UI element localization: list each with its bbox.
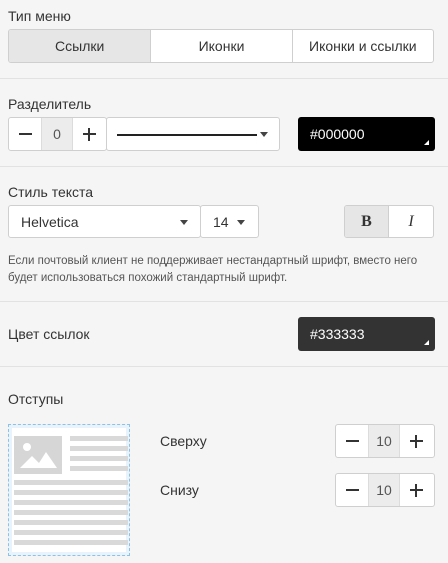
italic-toggle-button[interactable]: I bbox=[389, 206, 433, 237]
separator-color-picker[interactable]: #000000 bbox=[298, 117, 435, 151]
resize-corner-icon bbox=[424, 140, 429, 145]
padding-top-stepper: 10 bbox=[335, 424, 435, 458]
separator-increment-button[interactable] bbox=[73, 118, 105, 150]
separator-style-dropdown[interactable] bbox=[106, 117, 280, 151]
divider bbox=[0, 366, 448, 367]
padding-bottom-stepper: 10 bbox=[335, 473, 435, 507]
bold-toggle-button[interactable]: B bbox=[345, 206, 390, 237]
font-family-value: Helvetica bbox=[21, 214, 79, 230]
link-color-label: Цвет ссылок bbox=[8, 326, 90, 342]
text-style-label: Стиль текста bbox=[8, 184, 94, 200]
padding-top-decrement-button[interactable] bbox=[336, 425, 368, 457]
chevron-down-icon bbox=[260, 132, 268, 137]
separator-label: Разделитель bbox=[8, 96, 92, 112]
chevron-down-icon bbox=[237, 220, 245, 225]
link-color-value: #333333 bbox=[310, 326, 365, 342]
separator-decrement-button[interactable] bbox=[9, 118, 41, 150]
menu-type-selector: Ссылки Иконки Иконки и ссылки bbox=[8, 29, 434, 63]
menu-type-option-links[interactable]: Ссылки bbox=[9, 30, 152, 62]
font-family-dropdown[interactable]: Helvetica bbox=[8, 205, 201, 238]
separator-width-value[interactable]: 0 bbox=[41, 118, 73, 150]
plus-icon bbox=[82, 127, 96, 141]
divider bbox=[0, 166, 448, 167]
font-size-dropdown[interactable]: 14 bbox=[200, 205, 259, 238]
image-placeholder-icon bbox=[14, 436, 62, 474]
padding-top-increment-button[interactable] bbox=[400, 425, 432, 457]
divider bbox=[0, 78, 448, 79]
minus-icon bbox=[18, 133, 32, 135]
font-size-value: 14 bbox=[213, 214, 229, 230]
padding-label: Отступы bbox=[8, 391, 64, 407]
menu-type-label: Тип меню bbox=[8, 8, 71, 24]
separator-line-preview bbox=[117, 134, 257, 136]
chevron-down-icon bbox=[180, 220, 188, 225]
plus-icon bbox=[409, 483, 423, 497]
resize-corner-icon bbox=[424, 340, 429, 345]
padding-top-value[interactable]: 10 bbox=[368, 425, 400, 457]
divider bbox=[0, 301, 448, 302]
padding-bottom-increment-button[interactable] bbox=[400, 474, 432, 506]
separator-color-value: #000000 bbox=[310, 126, 365, 142]
minus-icon bbox=[345, 489, 359, 491]
plus-icon bbox=[409, 434, 423, 448]
menu-type-option-icons[interactable]: Иконки bbox=[151, 30, 293, 62]
minus-icon bbox=[345, 440, 359, 442]
padding-top-label: Сверху bbox=[160, 433, 207, 449]
padding-bottom-label: Снизу bbox=[160, 482, 199, 498]
padding-bottom-value[interactable]: 10 bbox=[368, 474, 400, 506]
separator-width-stepper: 0 bbox=[8, 117, 107, 151]
menu-type-option-icons-and-links[interactable]: Иконки и ссылки bbox=[293, 30, 433, 62]
padding-bottom-decrement-button[interactable] bbox=[336, 474, 368, 506]
link-color-picker[interactable]: #333333 bbox=[298, 317, 435, 351]
padding-preview bbox=[8, 424, 130, 556]
text-style-toggle: B I bbox=[344, 205, 434, 238]
font-fallback-note: Если почтовый клиент не поддерживает нес… bbox=[8, 255, 418, 284]
